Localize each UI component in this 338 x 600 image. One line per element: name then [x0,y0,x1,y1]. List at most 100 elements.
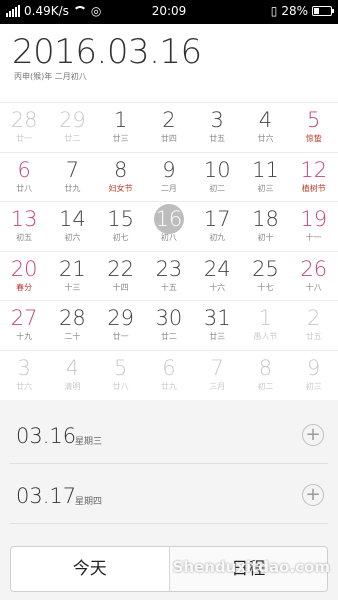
calendar-day[interactable]: 1 廿三 [97,103,145,152]
calendar-day[interactable]: 28 廿一 [0,103,48,152]
calendar-day[interactable]: 22 十四 [97,252,145,301]
event-list: 03.16 星期三 + 03.17 星期四 + [0,400,338,545]
day-number: 5 [113,355,128,380]
lunar-day-label: 廿一 [16,134,33,143]
calendar-day[interactable]: 7 廿九 [48,153,96,202]
lunar-day-label: 廿六 [257,134,274,143]
calendar-day[interactable]: 7 三月 [193,351,241,400]
day-number: 27 [10,306,38,330]
calendar-day[interactable]: 8 妇女节 [97,153,145,202]
calendar-day[interactable]: 25 十七 [241,252,289,301]
day-number: 11 [252,157,279,182]
day-number: 10 [203,157,231,182]
day-number: 19 [300,207,328,231]
calendar-day[interactable]: 8 初二 [241,351,289,400]
lunar-day-label: 十四 [112,282,129,292]
today-button[interactable]: 今天 [11,547,170,591]
lunar-day-label: 妇女节 [108,183,133,193]
calendar-day[interactable]: 13 初五 [0,202,48,251]
day-number: 2 [307,306,321,330]
calendar-day[interactable]: 26 十八 [290,252,338,301]
event-row[interactable]: 03.16 星期三 + [10,404,328,464]
lunar-day-label: 廿四 [160,134,177,143]
lunar-day-label: 愚人节 [253,332,278,341]
lunar-day-label: 十三 [64,282,81,292]
day-number: 9 [162,157,176,182]
lunar-day-label: 初七 [112,233,129,242]
day-number: 25 [252,256,279,281]
add-icon[interactable]: + [302,484,324,506]
calendar-day[interactable]: 9 初三 [290,351,338,400]
calendar-week-row: 28 廿一 29 廿二 1 廿三 2 廿四 3 廿五 4 廿六 5 惊蛰 [0,102,338,152]
calendar-day[interactable]: 14 初六 [48,202,96,251]
day-number: 1 [258,306,273,330]
calendar-day[interactable]: 20 春分 [0,252,48,301]
lunar-day-label: 廿九 [160,381,177,391]
day-number: 16 [155,207,183,231]
calendar-day[interactable]: 4 廿六 [241,103,289,152]
day-number: 1 [113,108,128,132]
calendar-day[interactable]: 31 廿三 [193,301,241,350]
calendar-day[interactable]: 29 廿二 [48,103,96,152]
lunar-day-label: 十六 [209,282,226,292]
calendar-day[interactable]: 27 十九 [0,301,48,350]
day-number: 2 [162,108,176,132]
day-number: 28 [59,306,86,330]
calendar-day[interactable]: 6 廿八 [0,153,48,202]
add-icon[interactable]: + [302,424,324,446]
lunar-day-label: 十五 [160,282,177,292]
calendar-day-selected[interactable]: 16 初八 [145,202,193,251]
calendar-day[interactable]: 15 初七 [97,202,145,251]
lunar-day-label: 廿三 [112,134,129,143]
calendar-day[interactable]: 23 十五 [145,252,193,301]
day-number: 18 [252,207,279,231]
calendar-day[interactable]: 21 十三 [48,252,96,301]
day-number: 8 [113,157,128,182]
battery-percent: 28% [281,4,308,18]
calendar-day[interactable]: 6 廿九 [145,351,193,400]
day-number: 14 [59,207,86,231]
day-number: 23 [155,256,183,281]
calendar-day[interactable]: 18 初十 [241,202,289,251]
day-number: 31 [203,306,231,330]
calendar-day[interactable]: 10 初二 [193,153,241,202]
calendar-day[interactable]: 17 初九 [193,202,241,251]
calendar-day[interactable]: 5 廿八 [97,351,145,400]
lunar-day-label: 廿五 [209,134,226,143]
event-row[interactable]: 03.17 星期四 + [10,464,328,524]
day-number: 28 [10,108,38,132]
day-number: 4 [65,355,80,380]
page-title[interactable]: 2016.03.16 [12,32,202,72]
calendar-day[interactable]: 24 十六 [193,252,241,301]
rotate-icon: ▯ [270,4,278,18]
lunar-day-label: 廿八 [112,381,129,391]
calendar-day[interactable]: 29 廿一 [97,301,145,350]
calendar-day[interactable]: 4 清明 [48,351,96,400]
calendar-day[interactable]: 3 廿六 [0,351,48,400]
lunar-day-label: 十一 [305,233,322,242]
day-number: 21 [59,256,86,281]
day-number: 29 [107,306,135,330]
calendar-day[interactable]: 9 二月 [145,153,193,202]
calendar-day[interactable]: 2 廿五 [290,301,338,350]
calendar-day[interactable]: 3 廿五 [193,103,241,152]
calendar-day[interactable]: 5 惊蛰 [290,103,338,152]
calendar-day[interactable]: 19 十一 [290,202,338,251]
day-number: 9 [307,355,321,380]
lunar-day-label: 初三 [305,381,322,391]
watermark: Shenduxitdao.com [172,558,330,576]
calendar-week-row: 27 十九 28 二十 29 廿一 30 廿二 31 廿三 1 愚人节 2 廿五 [0,300,338,350]
lunar-day-label: 十七 [257,282,274,292]
calendar-day[interactable]: 2 廿四 [145,103,193,152]
lunar-day-label: 二月 [160,183,177,193]
calendar-day[interactable]: 30 廿二 [145,301,193,350]
status-bar: 0.49K/s ◎ 20:09 ▯ 28% [0,0,338,24]
calendar-day[interactable]: 1 愚人节 [241,301,289,350]
calendar-day[interactable]: 11 初三 [241,153,289,202]
calendar-week-row: 20 春分 21 十三 22 十四 23 十五 24 十六 25 十七 26 十八 [0,250,338,301]
calendar-day[interactable]: 28 二十 [48,301,96,350]
lunar-day-label: 春分 [16,282,33,292]
lunar-day-label: 初八 [160,233,177,242]
lunar-day-label: 三月 [209,381,226,391]
calendar-day[interactable]: 12 植树节 [290,153,338,202]
